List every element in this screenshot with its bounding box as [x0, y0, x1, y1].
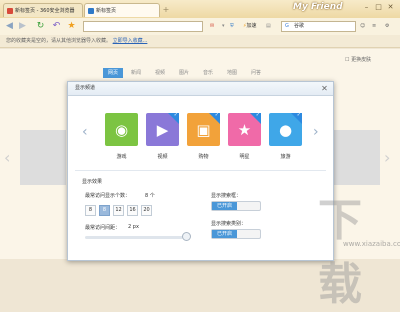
toggle-state: 已开启: [212, 202, 237, 210]
count-option[interactable]: 12: [113, 205, 124, 216]
menu-icon[interactable]: ≡: [372, 21, 376, 32]
channel-label: 旅游: [280, 154, 291, 160]
nav-music[interactable]: 音乐: [198, 68, 218, 78]
search-box-label: 显示搜索框：: [211, 193, 242, 199]
change-skin-label: 更换皮肤: [351, 57, 372, 63]
forward-icon[interactable]: ▶: [17, 21, 28, 32]
add-tab-icon[interactable]: +: [160, 4, 172, 15]
dialog-title: 显示频道: [75, 85, 96, 91]
channel-stars[interactable]: ★ ✓: [228, 112, 261, 146]
address-bar[interactable]: [83, 21, 203, 32]
nav-video[interactable]: 视频: [150, 68, 170, 78]
channel-label: 视频: [157, 154, 168, 160]
tools-icon[interactable]: ⚙: [385, 21, 389, 32]
spacing-value: 2 px: [128, 224, 139, 230]
nav-images[interactable]: 图片: [174, 68, 194, 78]
dialog-header: 显示频道 ✕: [68, 82, 333, 96]
background-tile: [20, 130, 66, 185]
count-option[interactable]: 16: [127, 205, 138, 216]
watermark-logo: 下载: [318, 195, 362, 310]
search-engine-icon: G: [285, 23, 289, 29]
close-window-icon[interactable]: ✕: [386, 3, 395, 12]
search-input[interactable]: G 谷歌: [281, 21, 356, 32]
channel-label: 购物: [198, 154, 209, 160]
divider: [75, 170, 326, 171]
count-option[interactable]: 8: [85, 205, 96, 216]
page-favicon-icon: [88, 7, 94, 14]
shield-icon[interactable]: ⛨: [230, 21, 234, 32]
channel-video[interactable]: ▶ ✓: [146, 112, 179, 146]
favorites-star-icon[interactable]: ★: [66, 21, 77, 32]
tab-label: 新标签页: [96, 8, 117, 14]
count-option-selected[interactable]: 8: [99, 205, 110, 216]
channel-travel[interactable]: ● ✓: [269, 112, 302, 146]
import-bookmarks-link[interactable]: 立即导入收藏...: [113, 38, 148, 44]
tab-label: 新标签页 - 360安全浏览器: [15, 8, 75, 14]
spacing-label: 最常访问间距：: [85, 225, 121, 231]
nav-maps[interactable]: 地图: [222, 68, 242, 78]
skin-icon: ☐: [345, 57, 350, 63]
bookmark-bar: 您的收藏夹是空的，请从其他浏览器导入收藏。 立即导入收藏...: [0, 35, 400, 48]
max-visits-value: 8 个: [145, 193, 155, 199]
bookmark-empty-message: 您的收藏夹是空的，请从其他浏览器导入收藏。: [6, 38, 112, 44]
nav-qa[interactable]: 问答: [246, 68, 266, 78]
nav-web[interactable]: 网页: [103, 68, 123, 78]
page-prev-icon[interactable]: ‹: [4, 148, 10, 167]
carousel-next-icon[interactable]: ›: [313, 124, 319, 140]
search-type-toggle[interactable]: 已开启: [211, 229, 261, 239]
brand-logo: My Friend: [293, 2, 343, 12]
refresh-icon[interactable]: ↻: [35, 21, 46, 32]
speedup-label: 加速: [246, 23, 257, 29]
count-option[interactable]: 20: [141, 205, 152, 216]
display-section-title: 显示效果: [82, 179, 103, 185]
tab-360[interactable]: 新标签页 - 360安全浏览器: [3, 3, 83, 17]
search-type-label: 显示搜索类别：: [211, 221, 247, 227]
tab-new-tab[interactable]: 新标签页: [84, 3, 160, 17]
watermark-url: www.xiazaiba.com: [343, 240, 400, 248]
user-icon[interactable]: ☺: [360, 21, 365, 32]
close-icon[interactable]: ✕: [319, 83, 330, 94]
spacing-slider-handle[interactable]: [182, 232, 191, 241]
search-box-toggle[interactable]: 已开启: [211, 201, 261, 211]
gamepad-icon: ◉: [114, 120, 129, 139]
minimize-icon[interactable]: –: [362, 3, 371, 12]
channel-label: 明星: [239, 154, 250, 160]
change-skin-link[interactable]: ☐ 更换皮肤: [345, 56, 371, 63]
channel-shopping[interactable]: ▣ ✓: [187, 112, 220, 146]
max-visits-label: 最常访问显示个数：: [85, 193, 131, 199]
back-icon[interactable]: ◀: [4, 21, 15, 32]
toggle-state: 已开启: [212, 230, 237, 238]
channel-games[interactable]: ◉: [105, 113, 138, 146]
channel-label: 游戏: [116, 154, 127, 160]
maximize-icon[interactable]: □: [374, 3, 383, 12]
bookmark-icon[interactable]: ▤: [266, 21, 271, 32]
search-placeholder: 谷歌: [294, 23, 305, 29]
spacing-slider-track[interactable]: [85, 236, 183, 239]
channel-dialog: 显示频道 ✕ ‹ › ◉ 游戏 ▶ ✓ 视频 ▣ ✓ 购物 ★ ✓ 明星 ● ✓…: [67, 81, 334, 261]
nav-news[interactable]: 新闻: [126, 68, 146, 78]
speedup-button[interactable]: ⚡加速: [243, 21, 257, 32]
mail-icon[interactable]: ✉: [210, 21, 214, 32]
page-next-icon[interactable]: ›: [384, 148, 390, 167]
carousel-prev-icon[interactable]: ‹: [82, 124, 88, 140]
dropdown-icon[interactable]: ▾: [222, 21, 225, 32]
browser-favicon-icon: [7, 7, 13, 14]
undo-icon[interactable]: ↶: [51, 21, 62, 32]
background-tile: [332, 130, 380, 185]
